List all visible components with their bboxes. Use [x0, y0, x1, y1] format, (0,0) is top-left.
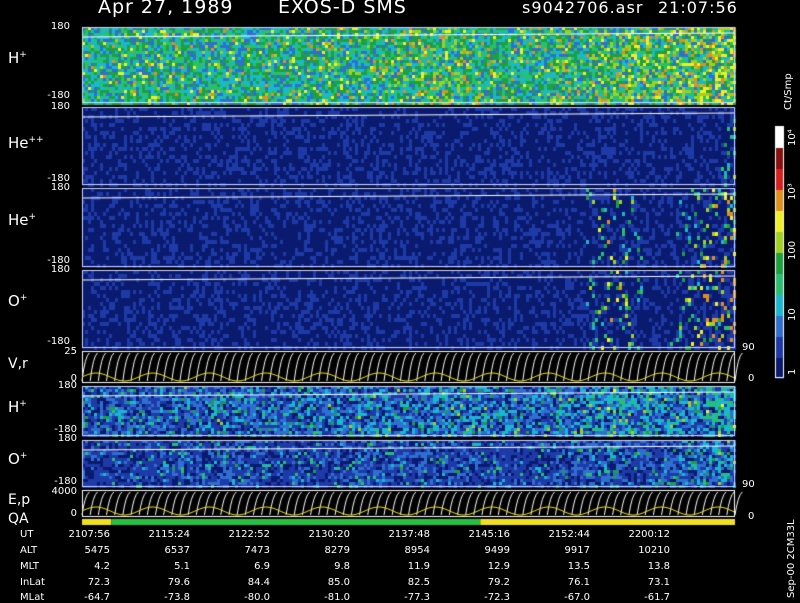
table-row-label: UT: [20, 529, 34, 540]
spectrogram-canvas: [0, 0, 800, 600]
table-cell: 11.9: [407, 561, 430, 572]
colorbar-tick-100: 100: [787, 240, 798, 260]
table-cell: 82.5: [407, 577, 430, 588]
table-row-label: MLT: [20, 561, 39, 572]
table-cell: 2122:52: [228, 529, 270, 540]
table-cell: 76.1: [567, 577, 590, 588]
ep-bottom-tick: 0: [70, 508, 77, 519]
table-cell: 5.1: [174, 561, 190, 572]
table-cell: 2115:24: [148, 529, 190, 540]
colorbar-tick-1000: 10³: [787, 183, 798, 200]
table-cell: 8954: [404, 545, 430, 556]
ep-right-top-tick: 90: [742, 479, 755, 490]
table-cell: 73.1: [647, 577, 670, 588]
side-label: Sep-00 2CM33L: [786, 519, 797, 598]
panel-label-he-plus: He+: [8, 211, 37, 229]
plot-time: 21:07:56: [658, 0, 738, 17]
colorbar-tick-10000: 10⁴: [787, 129, 798, 146]
table-cell: 2152:44: [548, 529, 590, 540]
table-cell: 2107:56: [68, 529, 110, 540]
table-cell: 9.8: [334, 561, 350, 572]
table-cell: 4.2: [94, 561, 110, 572]
colorbar-unit: Ct/Smp: [783, 73, 794, 110]
h-plus-top-tick: 180: [50, 21, 70, 32]
table-cell: 2130:20: [308, 529, 350, 540]
plot-file: s9042706.asr: [522, 0, 644, 17]
plot-date: Apr 27, 1989: [98, 0, 234, 18]
ep-right-bottom-tick: 0: [748, 511, 755, 522]
table-row-label: ALT: [20, 545, 38, 556]
panel-label-ep: E,p: [8, 492, 31, 508]
h-plus-2-top-tick: 180: [57, 380, 77, 391]
table-cell: -81.0: [324, 592, 350, 603]
table-cell: -80.0: [244, 592, 270, 603]
he-pp-top-tick: 180: [50, 101, 70, 112]
table-cell: -77.3: [404, 592, 430, 603]
table-cell: 6537: [164, 545, 190, 556]
table-cell: 85.0: [327, 577, 350, 588]
plot-instrument: EXOS-D SMS: [278, 0, 407, 18]
table-cell: 12.9: [487, 561, 510, 572]
table-cell: 6.9: [254, 561, 270, 572]
table-cell: 2145:16: [468, 529, 510, 540]
he-plus-top-tick: 180: [50, 182, 70, 193]
vr-right-bottom-tick: 0: [748, 373, 755, 384]
table-cell: 13.8: [647, 561, 670, 572]
table-cell: -67.0: [564, 592, 590, 603]
table-cell: 2200:12: [628, 529, 670, 540]
table-cell: 72.3: [87, 577, 110, 588]
panel-label-h-plus-2: H+: [8, 398, 27, 416]
table-cell: -61.7: [644, 592, 670, 603]
panel-label-o-plus: O+: [8, 292, 28, 310]
table-cell: 2137:48: [388, 529, 430, 540]
table-cell: 5475: [84, 545, 110, 556]
table-cell: 84.4: [247, 577, 270, 588]
o-plus-top-tick: 180: [50, 264, 70, 275]
table-cell: -73.8: [164, 592, 190, 603]
table-cell: -64.7: [84, 592, 110, 603]
vr-top-tick: 25: [64, 346, 77, 357]
table-cell: -72.3: [484, 592, 510, 603]
ep-top-tick: 4000: [51, 486, 77, 497]
panel-label-h-plus: H+: [8, 49, 27, 67]
vr-right-top-tick: 90: [742, 342, 755, 353]
table-cell: 9499: [484, 545, 510, 556]
table-cell: 13.5: [567, 561, 590, 572]
table-row-label: InLat: [20, 577, 45, 588]
table-cell: 8279: [324, 545, 350, 556]
panel-label-vr: V,r: [8, 356, 28, 372]
panel-label-o-plus-2: O+: [8, 450, 28, 468]
colorbar-tick-10: 10: [787, 308, 798, 321]
table-cell: 7473: [244, 545, 270, 556]
panel-label-qa: QA: [8, 511, 29, 527]
table-cell: 9917: [564, 545, 590, 556]
h-plus-bottom-tick: -180: [47, 90, 70, 101]
table-cell: 10210: [638, 545, 670, 556]
table-cell: 79.2: [487, 577, 510, 588]
o-plus-2-top-tick: 180: [57, 433, 77, 444]
colorbar-tick-1: 1: [787, 368, 798, 375]
table-cell: 79.6: [167, 577, 190, 588]
table-row-label: MLat: [20, 592, 45, 603]
panel-label-he-pp: He++: [8, 134, 44, 152]
